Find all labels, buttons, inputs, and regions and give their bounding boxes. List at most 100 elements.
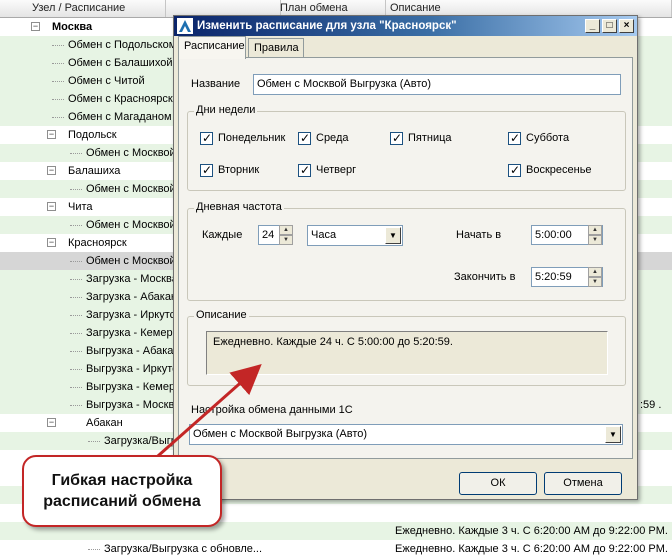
day-label: Вторник — [218, 164, 260, 176]
frequency-group-title: Дневная частота — [194, 201, 284, 213]
collapse-icon[interactable]: − — [31, 22, 40, 31]
tab-schedule[interactable]: Расписание — [178, 36, 246, 59]
unit-select[interactable]: Часа ▼ — [307, 225, 403, 246]
day-checkbox[interactable]: ✓ — [200, 163, 213, 177]
ok-button[interactable]: ОК — [459, 472, 537, 495]
row-label: Обмен с Читой — [68, 75, 145, 87]
checkmark-icon: ✓ — [510, 131, 521, 145]
row-label: Балашиха — [68, 165, 121, 177]
checkmark-icon: ✓ — [392, 131, 403, 145]
chevron-down-icon[interactable]: ▼ — [605, 426, 621, 443]
table-row[interactable]: Загрузка/Выгрузка с обновле... Ежедневно.… — [0, 540, 672, 558]
end-time-spinner[interactable]: ▲ ▼ — [588, 267, 602, 287]
minimize-button[interactable]: _ — [585, 19, 600, 33]
collapse-icon[interactable]: − — [47, 166, 56, 175]
spinner-down-icon[interactable]: ▼ — [588, 235, 602, 245]
daily-frequency-group: Дневная частота Каждые 24 ▲ ▼ Часа ▼ Нач… — [187, 201, 626, 301]
checkmark-icon: ✓ — [300, 131, 311, 145]
callout-line-1: Гибкая настройка — [51, 472, 193, 489]
tree-connector — [52, 45, 64, 46]
tree-connector — [70, 369, 82, 370]
row-label: Выгрузка - Иркутск — [86, 363, 183, 375]
row-description: Ежедневно. Каждые 3 ч. С 6:20:00 AM до 9… — [395, 525, 668, 537]
collapse-icon[interactable]: − — [47, 238, 56, 247]
day-checkbox[interactable]: ✓ — [390, 131, 403, 145]
spinner-down-icon[interactable]: ▼ — [279, 235, 293, 245]
row-label: Обмен с Красноярском — [68, 93, 187, 105]
row-label: Чита — [68, 201, 93, 213]
day-checkbox[interactable]: ✓ — [298, 131, 311, 145]
checkmark-icon: ✓ — [202, 131, 213, 145]
start-label: Начать в — [456, 229, 502, 241]
collapse-icon[interactable]: − — [47, 418, 56, 427]
days-group-title: Дни недели — [194, 104, 258, 116]
tree-connector — [70, 153, 82, 154]
tree-connector — [70, 279, 82, 280]
edit-schedule-dialog: Изменить расписание для узла "Красноярск… — [173, 15, 638, 500]
tree-connector — [52, 63, 64, 64]
row-label: Обмен с Магаданом — [68, 111, 172, 123]
day-checkbox[interactable]: ✓ — [508, 131, 521, 145]
tree-connector — [52, 81, 64, 82]
every-spinner[interactable]: ▲ ▼ — [279, 225, 293, 245]
row-description: Ежедневно. Каждые 3 ч. С 6:20:00 AM до 9… — [395, 543, 668, 555]
description-group: Описание Ежедневно. Каждые 24 ч. С 5:00:… — [187, 309, 626, 386]
row-label: Обмен с Москвой — [86, 183, 176, 195]
end-label: Закончить в — [454, 271, 516, 283]
tree-connector — [52, 99, 64, 100]
day-checkbox[interactable]: ✓ — [298, 163, 311, 177]
spinner-down-icon[interactable]: ▼ — [588, 277, 602, 287]
exchange-setting-select[interactable]: Обмен с Москвой Выгрузка (Авто) ▼ — [189, 424, 623, 445]
day-label: Пятница — [408, 132, 452, 144]
tree-connector — [70, 405, 82, 406]
checkmark-icon: ✓ — [510, 163, 521, 177]
spinner-up-icon[interactable]: ▲ — [588, 225, 602, 235]
tree-connector — [70, 261, 82, 262]
checkmark-icon: ✓ — [202, 163, 213, 177]
app-icon — [177, 18, 193, 34]
row-label: Подольск — [68, 129, 117, 141]
description-group-title: Описание — [194, 309, 249, 321]
every-label: Каждые — [202, 229, 243, 241]
description-text: Ежедневно. Каждые 24 ч. С 5:00:00 до 5:2… — [206, 331, 608, 375]
collapse-icon[interactable]: − — [47, 130, 56, 139]
maximize-button[interactable]: □ — [602, 19, 617, 33]
spinner-up-icon[interactable]: ▲ — [279, 225, 293, 235]
row-label: Загрузка - Абакан — [86, 291, 178, 303]
feature-callout: Гибкая настройка расписаний обмена — [22, 455, 222, 527]
spinner-up-icon[interactable]: ▲ — [588, 267, 602, 277]
row-label: Загрузка/Выгрузка с обновле... — [104, 543, 263, 555]
row-label: Загрузка - Иркутск — [86, 309, 180, 321]
close-button[interactable]: × — [619, 19, 634, 33]
checkmark-icon: ✓ — [300, 163, 311, 177]
row-label: Обмен с Подольском — [68, 39, 177, 51]
name-input[interactable]: Обмен с Москвой Выгрузка (Авто) — [253, 74, 621, 95]
row-label: Красноярск — [68, 237, 127, 249]
day-label: Четверг — [316, 164, 357, 176]
day-checkbox[interactable]: ✓ — [200, 131, 213, 145]
row-label: Москва — [52, 21, 93, 33]
day-label: Среда — [316, 132, 349, 144]
schedule-tab-panel: Название Обмен с Москвой Выгрузка (Авто)… — [178, 57, 633, 459]
tree-connector — [88, 441, 100, 442]
tree-connector — [70, 387, 82, 388]
column-header-node[interactable]: Узел / Расписание — [0, 0, 166, 17]
tab-rules[interactable]: Правила — [248, 38, 304, 58]
row-label: Выгрузка - Москва — [86, 399, 181, 411]
chevron-down-icon[interactable]: ▼ — [385, 227, 401, 244]
days-of-week-group: Дни недели ✓ Понедельник ✓ Среда ✓ Пятница ✓ Су… — [187, 104, 626, 191]
cancel-button[interactable]: Отмена — [544, 472, 622, 495]
tree-connector — [88, 549, 100, 550]
tree-connector — [70, 297, 82, 298]
tree-connector — [70, 351, 82, 352]
day-label: Суббота — [526, 132, 570, 144]
collapse-icon[interactable]: − — [47, 202, 56, 211]
row-label: Абакан — [86, 417, 123, 429]
tree-connector — [70, 225, 82, 226]
row-label: Обмен с Балашихой — [68, 57, 173, 69]
dialog-titlebar[interactable]: Изменить расписание для узла "Красноярск… — [174, 16, 637, 36]
day-label: Понедельник — [218, 132, 286, 144]
day-checkbox[interactable]: ✓ — [508, 163, 521, 177]
row-label: Обмен с Москвой — [86, 219, 176, 231]
start-time-spinner[interactable]: ▲ ▼ — [588, 225, 602, 245]
